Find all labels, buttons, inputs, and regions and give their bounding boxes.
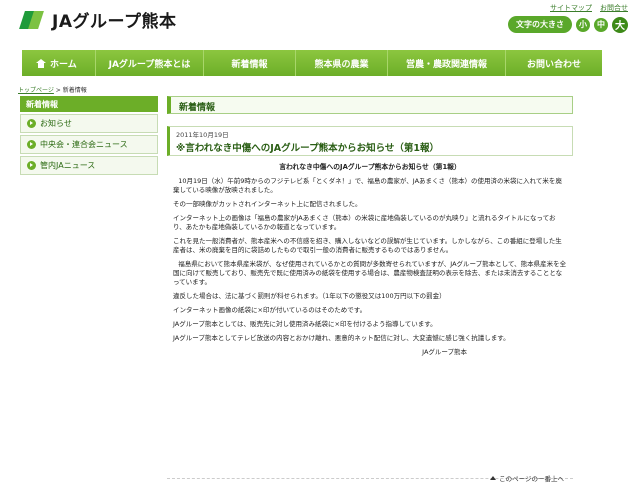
font-size-medium-button[interactable]: 中: [594, 17, 608, 32]
breadcrumb-separator: >: [53, 87, 63, 94]
arrow-right-icon: [27, 140, 36, 149]
article-title: ※言われなき中傷へのJAグループ熊本からお知らせ（第1報）: [176, 143, 439, 154]
sidebar-item-label: 中央会・連合会ニュース: [40, 140, 128, 149]
logo-text: JAグループ熊本: [52, 11, 177, 32]
arrow-up-icon: [490, 476, 497, 480]
arrow-right-icon: [27, 161, 36, 170]
sidebar-item-notices[interactable]: お知らせ: [20, 114, 158, 133]
font-size-control: 文字の大きさ 小 中 大: [508, 16, 628, 33]
site-logo[interactable]: JAグループ熊本: [19, 8, 177, 32]
arrow-right-icon: [27, 119, 36, 128]
sidebar-item-local-ja-news[interactable]: 管内JAニュース: [20, 156, 158, 175]
breadcrumb-current: 新着情報: [62, 87, 87, 94]
font-size-large-button[interactable]: 大: [612, 16, 628, 33]
sitemap-link[interactable]: サイトマップ: [550, 3, 592, 13]
article-header: 2011年10月19日 ※言われなき中傷へのJAグループ熊本からお知らせ（第1報…: [167, 126, 573, 156]
breadcrumb-home[interactable]: トップページ: [18, 87, 54, 94]
ja-logo-icon: [19, 9, 48, 29]
sidebar-title: 新着情報: [20, 96, 158, 112]
sidebar: 新着情報 お知らせ 中央会・連合会ニュース 管内JAニュース: [20, 96, 158, 175]
sidebar-item-label: お知らせ: [40, 119, 72, 128]
page-top-link[interactable]: このページの一番上へ: [490, 473, 564, 483]
page-top-label: このページの一番上へ: [499, 475, 564, 483]
article-paragraph: 10月19日（水）午前9時からのフジテレビ系「とくダネ！」で、福島の農家が、JA…: [173, 177, 562, 194]
article-paragraph: JAグループ熊本としてテレビ放送の内容とおかけ離れ、悪意的ネット配信に対し、大変…: [173, 334, 510, 342]
nav-about[interactable]: JAグループ熊本とは: [96, 50, 204, 76]
article-paragraph: 違反した場合は、法に基づく罰則が科せられます。（1年以下の懲役又は100万円以下…: [173, 292, 446, 300]
article-body: 言われなき中傷へのJAグループ熊本からお知らせ（第1報） 10月19日（水）午前…: [167, 163, 573, 357]
top-links: サイトマップ お問合せ: [550, 3, 628, 13]
contact-link[interactable]: お問合せ: [600, 3, 628, 13]
main-content: 新着情報 2011年10月19日 ※言われなき中傷へのJAグループ熊本からお知ら…: [167, 96, 573, 357]
page-title: 新着情報: [167, 96, 573, 114]
nav-news[interactable]: 新着情報: [204, 50, 296, 76]
article-paragraph: その一部映像がカットされインターネット上に配信されました。: [173, 200, 362, 208]
sidebar-item-central-news[interactable]: 中央会・連合会ニュース: [20, 135, 158, 154]
nav-home[interactable]: ホーム: [22, 50, 96, 76]
article-subtitle: 言われなき中傷へのJAグループ熊本からお知らせ（第1報）: [279, 163, 461, 171]
article-paragraph: インターネット上の画像は「福島の農家がJAあまくさ（熊本）の米袋に産地偽装してい…: [173, 214, 556, 231]
font-size-label: 文字の大きさ: [508, 16, 572, 33]
nav-contact[interactable]: お問い合わせ: [506, 50, 602, 76]
home-icon: [36, 58, 46, 68]
nav-farming-info[interactable]: 営農・農政関連情報: [388, 50, 506, 76]
sidebar-item-label: 管内JAニュース: [40, 161, 96, 170]
font-size-small-button[interactable]: 小: [576, 17, 590, 32]
nav-home-label: ホーム: [50, 59, 77, 70]
article-paragraph: JAグループ熊本としては、販売先に対し使用済み紙袋に×印を付けるよう指導していま…: [173, 320, 437, 328]
breadcrumb: トップページ > 新着情報: [18, 85, 87, 94]
article-paragraph: 福島県において熊本県産米袋が、なぜ使用されているかとの質問が多数寄せられています…: [173, 260, 567, 286]
article-paragraph: インターネット画像の紙袋に×印が付いているのはそのためです。: [173, 306, 367, 314]
article-paragraph: これを見た一般消費者が、熊本産米への不信感を招き、購入しないなどの誤解が生じてい…: [173, 237, 562, 254]
global-nav: ホーム JAグループ熊本とは 新着情報 熊本県の農業 営農・農政関連情報 お問い…: [22, 50, 602, 76]
nav-agriculture[interactable]: 熊本県の農業: [296, 50, 388, 76]
article-date: 2011年10月19日: [176, 131, 229, 139]
article-signature: JAグループ熊本: [422, 348, 467, 356]
